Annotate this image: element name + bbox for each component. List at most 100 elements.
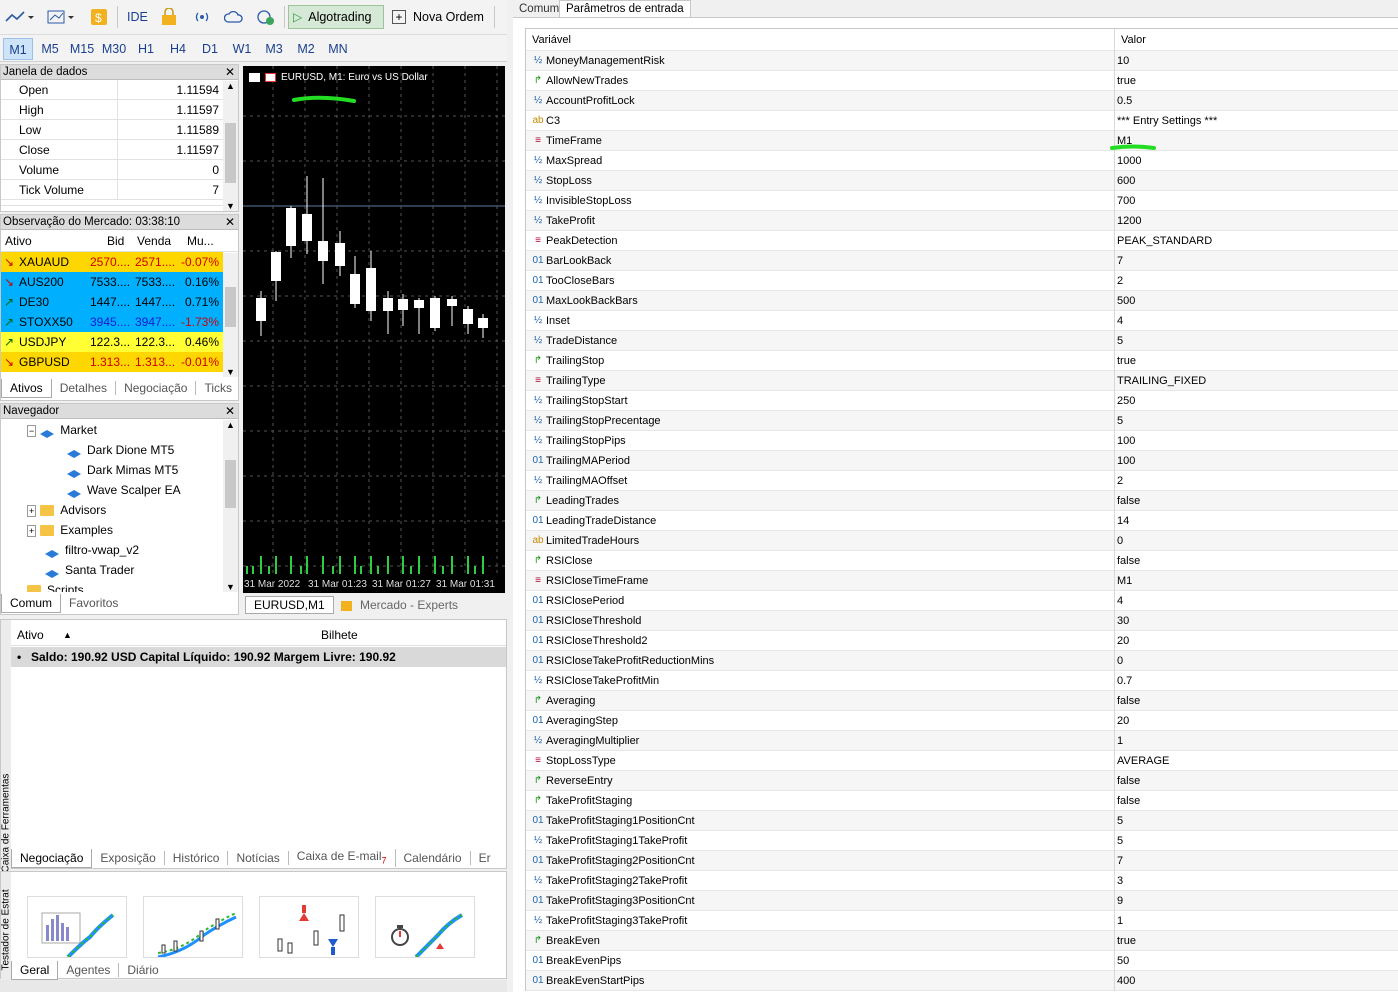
param-value[interactable]: 5 bbox=[1117, 331, 1123, 351]
param-value[interactable]: 2 bbox=[1117, 471, 1123, 491]
param-value[interactable]: 10 bbox=[1117, 51, 1129, 71]
tree-item-filtro-vwap[interactable]: filtro-vwap_v2 bbox=[45, 540, 139, 560]
tab-agentes[interactable]: Agentes bbox=[58, 963, 120, 977]
param-value[interactable]: 100 bbox=[1117, 431, 1135, 451]
tab-calendario[interactable]: Calendário bbox=[396, 851, 471, 865]
scrollbar[interactable]: ▲ ▼ bbox=[223, 81, 238, 211]
market-row[interactable]: ↗ DE30 1447.... 1447.... 0.71% bbox=[1, 292, 223, 312]
timeframe-m30[interactable]: M30 bbox=[99, 38, 129, 60]
param-value[interactable]: 30 bbox=[1117, 611, 1129, 631]
scroll-up-icon[interactable]: ▲ bbox=[223, 81, 238, 91]
param-row[interactable]: ½ RSICloseTakeProfitMin 0.7 bbox=[526, 671, 1398, 691]
param-value[interactable]: 1200 bbox=[1117, 211, 1141, 231]
param-row[interactable]: 01 RSIClosePeriod 4 bbox=[526, 591, 1398, 611]
param-value[interactable]: 0 bbox=[1117, 531, 1123, 551]
timeframe-m3[interactable]: M3 bbox=[259, 38, 289, 60]
param-value[interactable]: 4 bbox=[1117, 591, 1123, 611]
param-value[interactable]: false bbox=[1117, 691, 1140, 711]
param-value[interactable]: 600 bbox=[1117, 171, 1135, 191]
param-row[interactable]: 01 TooCloseBars 2 bbox=[526, 271, 1398, 291]
tab-detalhes[interactable]: Detalhes bbox=[52, 381, 117, 395]
param-row[interactable]: ½ TakeProfitStaging2TakeProfit 3 bbox=[526, 871, 1398, 891]
market-row[interactable]: ↘ GBPUSD 1.313... 1.313... -0.01% bbox=[1, 352, 223, 372]
tree-item-market[interactable]: − Market bbox=[27, 420, 97, 440]
tab-diario[interactable]: Diário bbox=[119, 963, 166, 977]
param-row[interactable]: 01 RSICloseThreshold 30 bbox=[526, 611, 1398, 631]
param-row[interactable]: 01 BreakEvenPips 50 bbox=[526, 951, 1398, 971]
param-row[interactable]: ½ AccountProfitLock 0.5 bbox=[526, 91, 1398, 111]
scroll-down-icon[interactable]: ▼ bbox=[223, 367, 238, 377]
tree-item-wave-scalper[interactable]: Wave Scalper EA bbox=[67, 480, 181, 500]
close-icon[interactable]: ✕ bbox=[225, 404, 235, 418]
scroll-down-icon[interactable]: ▼ bbox=[223, 201, 238, 211]
tree-item-advisors[interactable]: + Advisors bbox=[27, 500, 106, 520]
param-row[interactable]: ½ AveragingMultiplier 1 bbox=[526, 731, 1398, 751]
param-value[interactable]: true bbox=[1117, 351, 1136, 371]
param-value[interactable]: false bbox=[1117, 551, 1140, 571]
scroll-up-icon[interactable]: ▲ bbox=[223, 420, 238, 430]
market-row[interactable]: ↘ AUS200 7533.... 7533.... 0.16% bbox=[1, 272, 223, 292]
param-value[interactable]: 500 bbox=[1117, 291, 1135, 311]
param-value[interactable]: 14 bbox=[1117, 511, 1129, 531]
timeframe-w1[interactable]: W1 bbox=[227, 38, 257, 60]
param-value[interactable]: false bbox=[1117, 771, 1140, 791]
tree-item-scripts[interactable]: Scripts bbox=[27, 580, 84, 592]
param-row[interactable]: ≡ RSICloseTimeFrame M1 bbox=[526, 571, 1398, 591]
param-row[interactable]: ½ TakeProfit 1200 bbox=[526, 211, 1398, 231]
param-row[interactable]: ↱ Averaging false bbox=[526, 691, 1398, 711]
tab-historico[interactable]: Histórico bbox=[165, 851, 229, 865]
tab-exposicao[interactable]: Exposição bbox=[92, 851, 165, 865]
param-value[interactable]: 5 bbox=[1117, 831, 1123, 851]
scrollbar[interactable]: ▲ ▼ bbox=[223, 420, 238, 592]
param-row[interactable]: ½ StopLoss 600 bbox=[526, 171, 1398, 191]
timeframe-mn[interactable]: MN bbox=[323, 38, 353, 60]
col-variavel[interactable]: Variável bbox=[532, 29, 571, 51]
param-value[interactable]: true bbox=[1117, 931, 1136, 951]
ide-button[interactable]: IDE bbox=[127, 5, 148, 29]
market-row[interactable]: ↘ XAUAUD 2570.... 2571.... -0.07% bbox=[1, 252, 223, 272]
param-row[interactable]: ↱ TrailingStop true bbox=[526, 351, 1398, 371]
param-value[interactable]: 20 bbox=[1117, 711, 1129, 731]
param-row[interactable]: ½ TrailingMAOffset 2 bbox=[526, 471, 1398, 491]
tab-negociacao[interactable]: Negociação bbox=[116, 381, 197, 395]
timeframe-h1[interactable]: H1 bbox=[131, 38, 161, 60]
param-value[interactable]: 7 bbox=[1117, 851, 1123, 871]
col-change[interactable]: Mu... bbox=[187, 230, 214, 252]
tab-comum[interactable]: Comum bbox=[513, 1, 565, 18]
param-row[interactable]: ↱ TakeProfitStaging false bbox=[526, 791, 1398, 811]
market-row[interactable]: ↗ USDJPY 122.3... 122.3... 0.46% bbox=[1, 332, 223, 352]
tab-er[interactable]: Er bbox=[471, 851, 499, 865]
scroll-down-icon[interactable]: ▼ bbox=[223, 582, 238, 592]
tree-item-dark-mimas[interactable]: Dark Mimas MT5 bbox=[67, 460, 178, 480]
timeframe-m15[interactable]: M15 bbox=[67, 38, 97, 60]
param-row[interactable]: 01 LeadingTradeDistance 14 bbox=[526, 511, 1398, 531]
param-value[interactable]: 1 bbox=[1117, 911, 1123, 931]
param-value[interactable]: 1 bbox=[1117, 731, 1123, 751]
tester-card-orders[interactable] bbox=[259, 896, 359, 958]
param-value[interactable]: 0.7 bbox=[1117, 671, 1132, 691]
tab-comum[interactable]: Comum bbox=[1, 593, 62, 613]
timeframe-m2[interactable]: M2 bbox=[291, 38, 321, 60]
line-chart-icon[interactable] bbox=[4, 5, 34, 29]
col-bid[interactable]: Bid bbox=[107, 230, 124, 252]
tree-item-santa-trader[interactable]: Santa Trader bbox=[45, 560, 134, 580]
param-row[interactable]: ≡ StopLossType AVERAGE bbox=[526, 751, 1398, 771]
param-row[interactable]: ½ InvisibleStopLoss 700 bbox=[526, 191, 1398, 211]
param-row[interactable]: ½ Inset 4 bbox=[526, 311, 1398, 331]
param-row[interactable]: 01 TakeProfitStaging1PositionCnt 5 bbox=[526, 811, 1398, 831]
tree-item-dark-dione[interactable]: Dark Dione MT5 bbox=[67, 440, 174, 460]
param-value[interactable]: false bbox=[1117, 491, 1140, 511]
param-row[interactable]: ½ MoneyManagementRisk 10 bbox=[526, 51, 1398, 71]
collapse-icon[interactable]: − bbox=[27, 425, 37, 437]
timeframe-m1[interactable]: M1 bbox=[3, 38, 33, 60]
param-value[interactable]: 3 bbox=[1117, 871, 1123, 891]
param-row[interactable]: 01 TrailingMAPeriod 100 bbox=[526, 451, 1398, 471]
param-value[interactable]: TRAILING_FIXED bbox=[1117, 371, 1206, 391]
param-row[interactable]: ≡ TimeFrame M1 bbox=[526, 131, 1398, 151]
param-value[interactable]: 9 bbox=[1117, 891, 1123, 911]
scroll-thumb[interactable] bbox=[225, 287, 236, 327]
col-valor[interactable]: Valor bbox=[1121, 29, 1146, 51]
market-row[interactable]: ↗ STOXX50 3945.... 3947.... -1.73% bbox=[1, 312, 223, 332]
param-row[interactable]: ↱ RSIClose false bbox=[526, 551, 1398, 571]
param-row[interactable]: ½ TradeDistance 5 bbox=[526, 331, 1398, 351]
